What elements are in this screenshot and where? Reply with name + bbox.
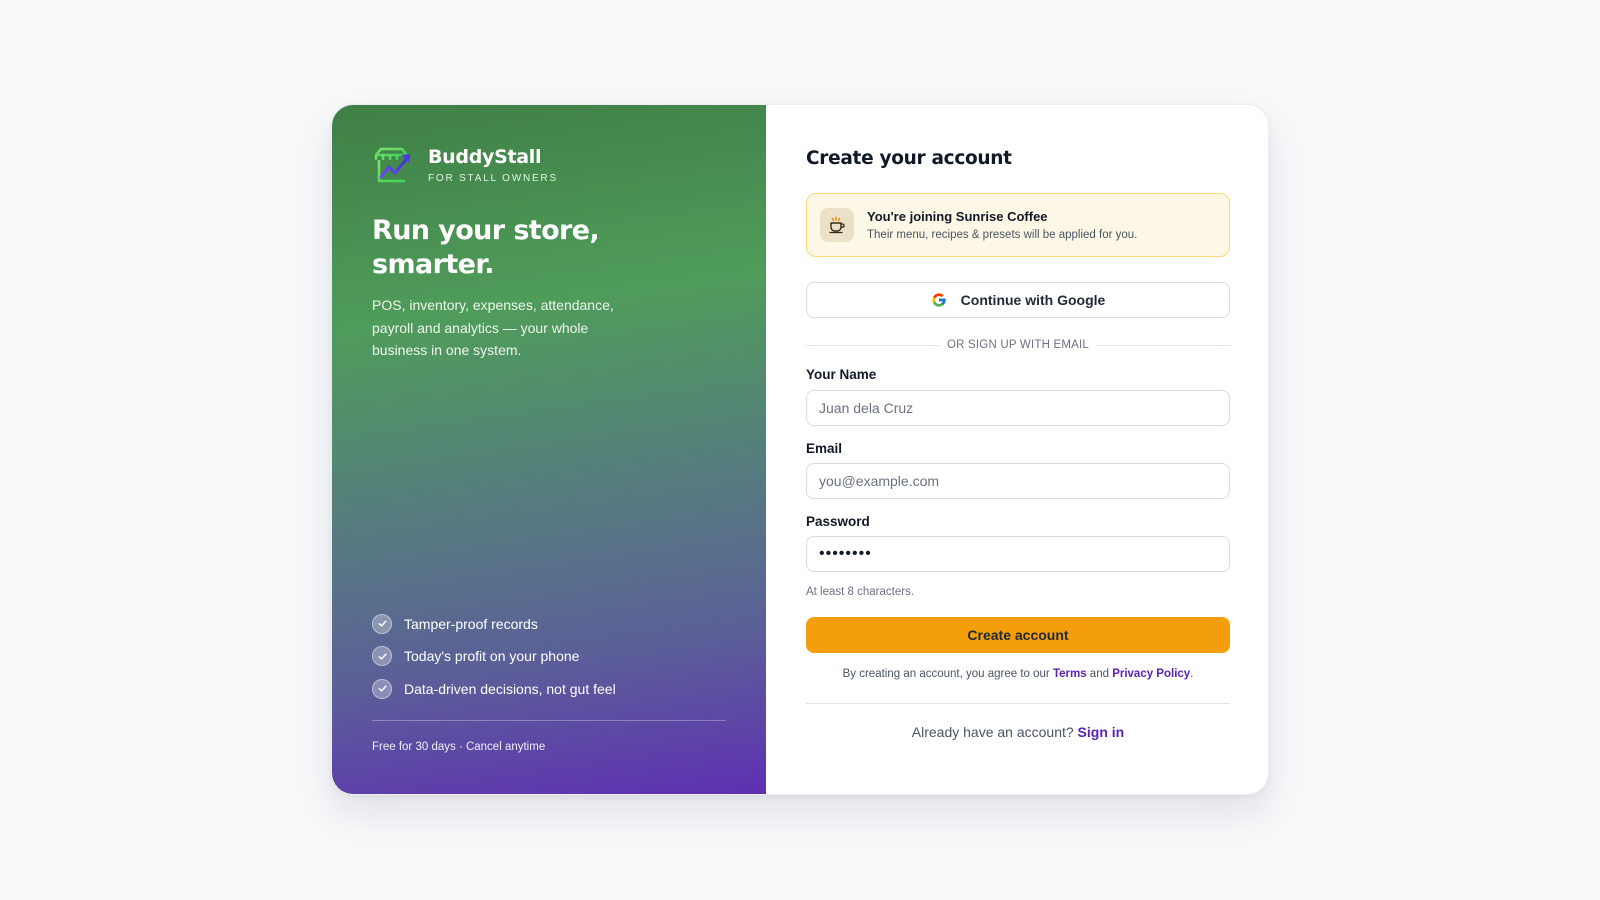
brand-tagline: FOR STALL OWNERS [428,173,558,184]
terms-prefix: By creating an account, you agree to our [842,668,1053,680]
signup-form-panel: Create your account You're joining Sunri… [766,105,1268,794]
password-hint: At least 8 characters. [806,586,915,598]
signin-link[interactable]: Sign in [1078,724,1125,740]
feature-item: Tamper-proof records [372,608,616,641]
google-button-label: Continue with Google [960,292,1106,308]
or-divider-text: OR SIGN UP WITH EMAIL [947,339,1090,351]
check-icon [372,678,392,699]
privacy-policy-link[interactable]: Privacy Policy [1112,668,1190,680]
terms-suffix: . [1190,668,1194,680]
check-icon [372,613,392,634]
brand-name: BuddyStall [428,146,542,168]
footer-divider [806,703,1230,704]
invite-subtitle: Their menu, recipes & presets will be ap… [867,229,1138,241]
email-input[interactable] [806,463,1230,499]
coffee-shop-icon [820,208,854,242]
invite-title: You're joining Sunrise Coffee [867,209,1048,224]
signin-row: Already have an account? Sign in [806,724,1230,740]
brand: BuddyStall FOR STALL OWNERS [372,145,726,185]
name-input[interactable] [806,390,1230,426]
invite-banner: You're joining Sunrise Coffee Their menu… [806,193,1230,257]
feature-item: Data-driven decisions, not gut feel [372,673,616,706]
feature-label: Today's profit on your phone [404,648,580,665]
google-icon [932,293,946,307]
terms-link[interactable]: Terms [1053,668,1087,680]
hero-subhead: POS, inventory, expenses, attendance, pa… [372,297,614,358]
create-account-button[interactable]: Create account [806,617,1230,653]
password-input[interactable] [806,536,1230,572]
or-divider: OR SIGN UP WITH EMAIL [806,339,1231,351]
signup-card: BuddyStall FOR STALL OWNERS Run your sto… [331,104,1269,795]
password-label: Password [806,514,870,529]
form-title: Create your account [806,148,1012,169]
signin-prompt: Already have an account? [911,724,1078,740]
feature-item: Today's profit on your phone [372,640,616,673]
trial-note: Free for 30 days · Cancel anytime [372,741,546,753]
feature-list: Tamper-proof records Today's profit on y… [372,608,616,706]
promo-divider [372,720,726,721]
terms-text: By creating an account, you agree to our… [806,668,1230,680]
terms-and: and [1086,668,1113,680]
store-growth-logo-icon [374,147,410,183]
check-icon [372,646,392,667]
hero-headline: Run your store, smarter. [372,215,600,280]
name-label: Your Name [806,367,877,382]
promo-panel: BuddyStall FOR STALL OWNERS Run your sto… [332,105,766,794]
feature-label: Data-driven decisions, not gut feel [404,680,616,697]
divider-line [806,344,939,346]
google-signin-button[interactable]: Continue with Google [806,282,1230,318]
divider-line [1097,344,1231,346]
email-label: Email [806,441,843,456]
feature-label: Tamper-proof records [404,615,538,632]
